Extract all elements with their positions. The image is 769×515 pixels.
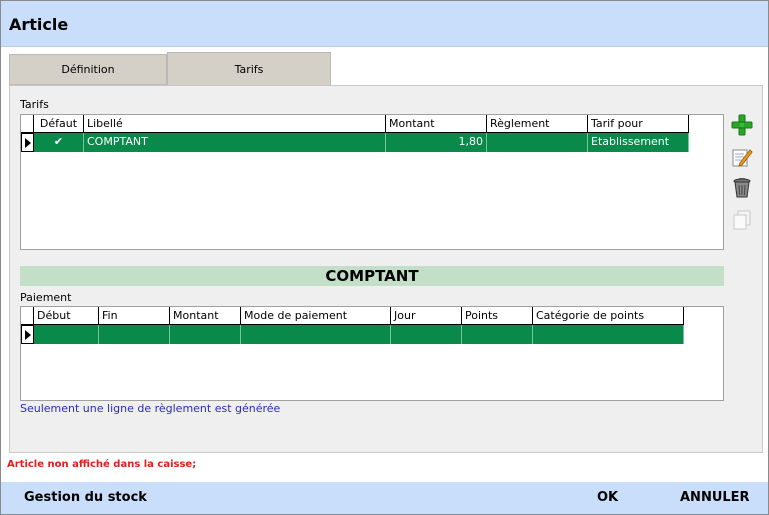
paiement-grid: Début Fin Montant Mode de paiement Jour … — [20, 306, 724, 401]
plus-icon — [731, 114, 753, 136]
add-tarif-button[interactable] — [729, 112, 755, 138]
paiement-section-label: Paiement — [20, 291, 72, 304]
column-header-jour[interactable]: Jour — [391, 307, 462, 325]
cell-reglement[interactable] — [487, 133, 588, 152]
reglement-note: Seulement une ligne de règlement est gén… — [20, 402, 281, 415]
selected-tarif-banner: COMPTANT — [20, 266, 724, 286]
column-header-points[interactable]: Points — [462, 307, 533, 325]
title-bar: Article — [1, 1, 768, 47]
column-header-montant[interactable]: Montant — [386, 115, 487, 133]
cell-montant[interactable]: 1,80 — [386, 133, 487, 152]
cell-tarif-pour[interactable]: Etablissement — [588, 133, 689, 152]
column-header-fin[interactable]: Fin — [99, 307, 170, 325]
trash-icon — [733, 178, 751, 198]
delete-tarif-button[interactable] — [729, 175, 755, 201]
cell-debut[interactable] — [34, 325, 99, 344]
cell-mode-de-paiement[interactable] — [241, 325, 391, 344]
column-header-reglement[interactable]: Règlement — [487, 115, 588, 133]
grid-corner — [21, 115, 34, 133]
tarifs-grid: Défaut Libellé Montant Règlement Tarif p… — [20, 114, 724, 250]
gestion-du-stock-button[interactable]: Gestion du stock — [24, 490, 147, 505]
copy-icon — [733, 210, 751, 230]
cell-defaut[interactable]: ✔ — [34, 133, 84, 152]
tab-tarifs[interactable]: Tarifs — [167, 52, 331, 85]
tarifs-panel: Tarifs Défaut Libellé Montant Règlement … — [9, 85, 763, 453]
cell-fin[interactable] — [99, 325, 170, 344]
cell-montant[interactable] — [170, 325, 241, 344]
cell-jour[interactable] — [391, 325, 462, 344]
column-header-categorie-de-points[interactable]: Catégorie de points — [533, 307, 684, 325]
cell-categorie-de-points[interactable] — [533, 325, 684, 344]
edit-tarif-button[interactable] — [729, 144, 755, 170]
cell-points[interactable] — [462, 325, 533, 344]
column-header-defaut[interactable]: Défaut — [34, 115, 84, 133]
duplicate-tarif-button[interactable] — [729, 207, 755, 233]
column-header-debut[interactable]: Début — [34, 307, 99, 325]
cell-libelle[interactable]: COMPTANT — [84, 133, 386, 152]
tab-definition[interactable]: Définition — [9, 54, 167, 85]
ok-button[interactable]: OK — [597, 490, 618, 505]
warning-message: Article non affiché dans la caisse; — [7, 459, 197, 470]
edit-icon — [732, 149, 753, 167]
row-selector[interactable] — [21, 133, 34, 152]
article-window: Article Définition Tarifs Tarifs Défaut … — [0, 0, 769, 515]
grid-corner — [21, 307, 34, 325]
tarifs-section-label: Tarifs — [20, 98, 49, 111]
column-header-tarif-pour[interactable]: Tarif pour — [588, 115, 689, 133]
column-header-mode-de-paiement[interactable]: Mode de paiement — [241, 307, 391, 325]
cancel-button[interactable]: ANNULER — [680, 490, 750, 505]
column-header-libelle[interactable]: Libellé — [84, 115, 386, 133]
window-title: Article — [9, 15, 69, 34]
row-selector[interactable] — [21, 325, 34, 344]
footer-bar: Gestion du stock OK ANNULER — [1, 482, 768, 514]
column-header-montant[interactable]: Montant — [170, 307, 241, 325]
